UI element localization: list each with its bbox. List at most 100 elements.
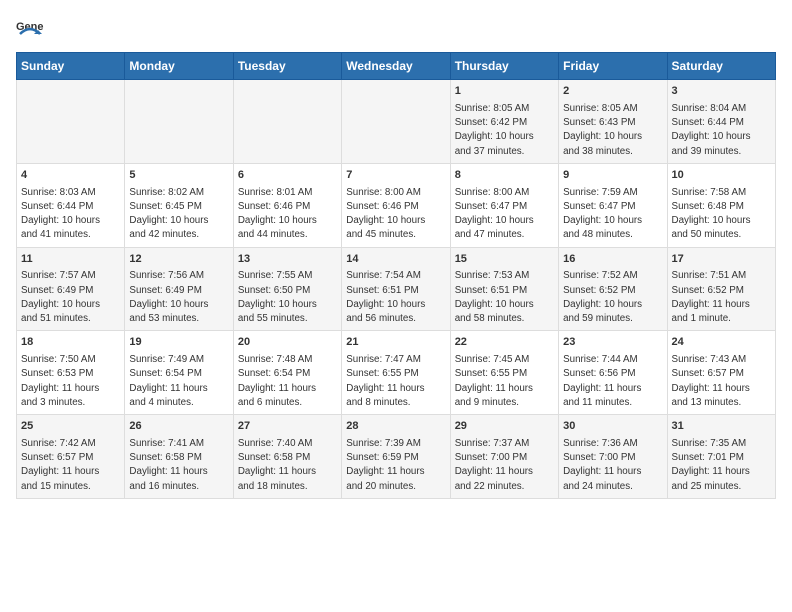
day-number: 20 <box>238 335 337 351</box>
day-info: Sunrise: 7:43 AM Sunset: 6:57 PM Dayligh… <box>672 353 771 410</box>
calendar-cell: 19 Sunrise: 7:49 AM Sunset: 6:54 PM Dayli… <box>125 331 233 415</box>
day-header-saturday: Saturday <box>667 53 775 80</box>
day-number: 26 <box>129 419 228 435</box>
day-info: Sunrise: 7:58 AM Sunset: 6:48 PM Dayligh… <box>672 186 771 243</box>
day-number: 14 <box>346 252 445 268</box>
header-row: SundayMondayTuesdayWednesdayThursdayFrid… <box>17 53 776 80</box>
calendar-cell: 12Sunrise: 7:56 AM Sunset: 6:49 PM Dayli… <box>125 247 233 331</box>
calendar-cell: 1 Sunrise: 8:05 AM Sunset: 6:42 PM Daylig… <box>450 80 558 164</box>
day-number: 25 <box>21 419 120 435</box>
day-info: Sunrise: 7:41 AM Sunset: 6:58 PM Dayligh… <box>129 437 228 494</box>
day-info: Sunrise: 8:03 AM Sunset: 6:44 PM Dayligh… <box>21 186 120 243</box>
day-info: Sunrise: 7:56 AM Sunset: 6:49 PM Dayligh… <box>129 269 228 326</box>
day-info: Sunrise: 7:50 AM Sunset: 6:53 PM Dayligh… <box>21 353 120 410</box>
day-header-thursday: Thursday <box>450 53 558 80</box>
day-number: 18 <box>21 335 120 351</box>
day-info: Sunrise: 7:49 AM Sunset: 6:54 PM Dayligh… <box>129 353 228 410</box>
calendar-cell: 25 Sunrise: 7:42 AM Sunset: 6:57 PM Dayli… <box>17 415 125 499</box>
day-info: Sunrise: 8:00 AM Sunset: 6:47 PM Dayligh… <box>455 186 554 243</box>
day-header-sunday: Sunday <box>17 53 125 80</box>
day-number: 5 <box>129 168 228 184</box>
day-number: 9 <box>563 168 662 184</box>
day-info: Sunrise: 7:51 AM Sunset: 6:52 PM Dayligh… <box>672 269 771 326</box>
calendar-cell: 11Sunrise: 7:57 AM Sunset: 6:49 PM Dayli… <box>17 247 125 331</box>
calendar-cell: 21Sunrise: 7:47 AM Sunset: 6:55 PM Dayli… <box>342 331 450 415</box>
week-row-2: 4 Sunrise: 8:03 AM Sunset: 6:44 PM Daylig… <box>17 163 776 247</box>
day-number: 10 <box>672 168 771 184</box>
calendar-cell: 17Sunrise: 7:51 AM Sunset: 6:52 PM Dayli… <box>667 247 775 331</box>
day-number: 22 <box>455 335 554 351</box>
calendar-cell: 18 Sunrise: 7:50 AM Sunset: 6:53 PM Dayli… <box>17 331 125 415</box>
calendar-cell: 20 Sunrise: 7:48 AM Sunset: 6:54 PM Dayli… <box>233 331 341 415</box>
day-number: 7 <box>346 168 445 184</box>
week-row-4: 18 Sunrise: 7:50 AM Sunset: 6:53 PM Dayli… <box>17 331 776 415</box>
day-info: Sunrise: 7:42 AM Sunset: 6:57 PM Dayligh… <box>21 437 120 494</box>
calendar-cell <box>17 80 125 164</box>
day-info: Sunrise: 7:55 AM Sunset: 6:50 PM Dayligh… <box>238 269 337 326</box>
calendar-cell: 6 Sunrise: 8:01 AM Sunset: 6:46 PM Daylig… <box>233 163 341 247</box>
day-info: Sunrise: 8:02 AM Sunset: 6:45 PM Dayligh… <box>129 186 228 243</box>
day-info: Sunrise: 8:00 AM Sunset: 6:46 PM Dayligh… <box>346 186 445 243</box>
day-number: 16 <box>563 252 662 268</box>
day-info: Sunrise: 7:48 AM Sunset: 6:54 PM Dayligh… <box>238 353 337 410</box>
day-info: Sunrise: 8:05 AM Sunset: 6:42 PM Dayligh… <box>455 102 554 159</box>
day-number: 2 <box>563 84 662 100</box>
week-row-5: 25 Sunrise: 7:42 AM Sunset: 6:57 PM Dayli… <box>17 415 776 499</box>
day-number: 12 <box>129 252 228 268</box>
calendar-cell <box>342 80 450 164</box>
calendar-cell: 27 Sunrise: 7:40 AM Sunset: 6:58 PM Dayli… <box>233 415 341 499</box>
day-info: Sunrise: 7:57 AM Sunset: 6:49 PM Dayligh… <box>21 269 120 326</box>
day-number: 3 <box>672 84 771 100</box>
calendar-cell: 24 Sunrise: 7:43 AM Sunset: 6:57 PM Dayli… <box>667 331 775 415</box>
calendar-cell: 10 Sunrise: 7:58 AM Sunset: 6:48 PM Dayli… <box>667 163 775 247</box>
day-info: Sunrise: 8:01 AM Sunset: 6:46 PM Dayligh… <box>238 186 337 243</box>
calendar-cell: 15Sunrise: 7:53 AM Sunset: 6:51 PM Dayli… <box>450 247 558 331</box>
week-row-1: 1 Sunrise: 8:05 AM Sunset: 6:42 PM Daylig… <box>17 80 776 164</box>
day-number: 4 <box>21 168 120 184</box>
day-info: Sunrise: 7:47 AM Sunset: 6:55 PM Dayligh… <box>346 353 445 410</box>
day-info: Sunrise: 7:54 AM Sunset: 6:51 PM Dayligh… <box>346 269 445 326</box>
day-info: Sunrise: 7:35 AM Sunset: 7:01 PM Dayligh… <box>672 437 771 494</box>
calendar-cell: 23Sunrise: 7:44 AM Sunset: 6:56 PM Dayli… <box>559 331 667 415</box>
calendar-cell: 16Sunrise: 7:52 AM Sunset: 6:52 PM Dayli… <box>559 247 667 331</box>
day-info: Sunrise: 7:37 AM Sunset: 7:00 PM Dayligh… <box>455 437 554 494</box>
day-info: Sunrise: 7:40 AM Sunset: 6:58 PM Dayligh… <box>238 437 337 494</box>
day-info: Sunrise: 7:45 AM Sunset: 6:55 PM Dayligh… <box>455 353 554 410</box>
day-number: 24 <box>672 335 771 351</box>
week-row-3: 11Sunrise: 7:57 AM Sunset: 6:49 PM Dayli… <box>17 247 776 331</box>
day-number: 6 <box>238 168 337 184</box>
day-number: 23 <box>563 335 662 351</box>
calendar-cell: 13Sunrise: 7:55 AM Sunset: 6:50 PM Dayli… <box>233 247 341 331</box>
calendar-cell: 26 Sunrise: 7:41 AM Sunset: 6:58 PM Dayli… <box>125 415 233 499</box>
calendar-cell: 31Sunrise: 7:35 AM Sunset: 7:01 PM Dayli… <box>667 415 775 499</box>
day-number: 8 <box>455 168 554 184</box>
day-info: Sunrise: 7:59 AM Sunset: 6:47 PM Dayligh… <box>563 186 662 243</box>
calendar-cell: 9 Sunrise: 7:59 AM Sunset: 6:47 PM Daylig… <box>559 163 667 247</box>
day-header-monday: Monday <box>125 53 233 80</box>
calendar-cell <box>125 80 233 164</box>
day-number: 27 <box>238 419 337 435</box>
calendar-table: SundayMondayTuesdayWednesdayThursdayFrid… <box>16 52 776 499</box>
calendar-cell: 4 Sunrise: 8:03 AM Sunset: 6:44 PM Daylig… <box>17 163 125 247</box>
day-number: 17 <box>672 252 771 268</box>
day-number: 13 <box>238 252 337 268</box>
calendar-cell: 3Sunrise: 8:04 AM Sunset: 6:44 PM Daylig… <box>667 80 775 164</box>
day-info: Sunrise: 7:36 AM Sunset: 7:00 PM Dayligh… <box>563 437 662 494</box>
day-number: 1 <box>455 84 554 100</box>
calendar-cell: 30Sunrise: 7:36 AM Sunset: 7:00 PM Dayli… <box>559 415 667 499</box>
day-info: Sunrise: 8:05 AM Sunset: 6:43 PM Dayligh… <box>563 102 662 159</box>
calendar-cell: 8 Sunrise: 8:00 AM Sunset: 6:47 PM Daylig… <box>450 163 558 247</box>
day-number: 11 <box>21 252 120 268</box>
logo: General <box>16 16 48 44</box>
day-number: 15 <box>455 252 554 268</box>
day-info: Sunrise: 7:53 AM Sunset: 6:51 PM Dayligh… <box>455 269 554 326</box>
calendar-cell: 14Sunrise: 7:54 AM Sunset: 6:51 PM Dayli… <box>342 247 450 331</box>
day-info: Sunrise: 7:52 AM Sunset: 6:52 PM Dayligh… <box>563 269 662 326</box>
day-number: 28 <box>346 419 445 435</box>
day-info: Sunrise: 7:39 AM Sunset: 6:59 PM Dayligh… <box>346 437 445 494</box>
day-number: 19 <box>129 335 228 351</box>
calendar-cell: 28 Sunrise: 7:39 AM Sunset: 6:59 PM Dayli… <box>342 415 450 499</box>
calendar-cell: 22 Sunrise: 7:45 AM Sunset: 6:55 PM Dayli… <box>450 331 558 415</box>
calendar-cell: 2 Sunrise: 8:05 AM Sunset: 6:43 PM Daylig… <box>559 80 667 164</box>
calendar-cell: 5 Sunrise: 8:02 AM Sunset: 6:45 PM Daylig… <box>125 163 233 247</box>
